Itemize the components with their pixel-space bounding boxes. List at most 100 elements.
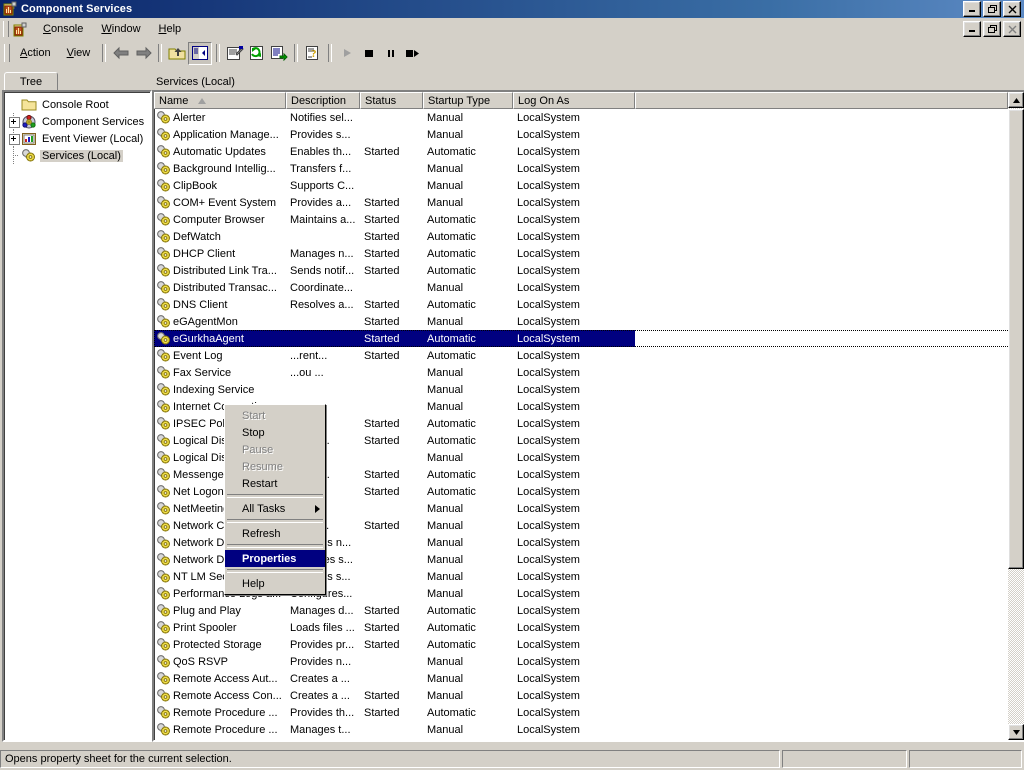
column-header-blank[interactable] (635, 92, 1008, 109)
table-row[interactable]: Distributed Link Tra... Sends notif... Sta… (154, 262, 1024, 279)
table-row[interactable]: Remote Procedure ... Provides th... Starte… (154, 704, 1024, 721)
context-menu-item-help[interactable]: Help (225, 575, 325, 592)
table-row[interactable]: DNS Client Resolves a... Started Automatic L… (154, 296, 1024, 313)
column-header-name[interactable]: Name (154, 92, 286, 109)
context-menu-item-refresh[interactable]: Refresh (225, 525, 325, 542)
show-hide-tree-icon[interactable] (188, 41, 213, 65)
column-header-status[interactable]: Status (360, 92, 423, 109)
service-name-label: QoS RSVP (173, 655, 229, 668)
table-row[interactable]: eGAgentMon Started Manual LocalSystem (154, 313, 1024, 330)
menu-console[interactable]: CConsoleonsole (34, 21, 92, 37)
table-row[interactable]: Background Intellig... Transfers f... Manu… (154, 160, 1024, 177)
table-row[interactable]: Fax Service ...ou ... Manual LocalSystem (154, 364, 1024, 381)
menu-help[interactable]: Help (150, 21, 191, 37)
service-icon (156, 671, 171, 686)
service-name-label: eGAgentMon (173, 315, 238, 328)
tree-expander-icon[interactable] (8, 130, 21, 147)
cell-log-on-as: LocalSystem (517, 145, 580, 158)
mdi-minimize-button[interactable] (963, 21, 981, 37)
service-name-label: DNS Client (173, 298, 228, 311)
table-row[interactable]: ClipBook Supports C... Manual LocalSystem (154, 177, 1024, 194)
up-one-level-icon[interactable] (166, 43, 188, 64)
mdi-workspace: Tree Services (Local) Console Root Compon… (0, 66, 1024, 745)
view-menu-button[interactable]: View (59, 44, 99, 62)
table-row[interactable]: Alerter Notifies sel... Manual LocalSystem (154, 109, 1024, 126)
mdi-close-button[interactable] (1003, 21, 1021, 37)
scroll-up-button[interactable] (1008, 92, 1024, 108)
service-name-label: Remote Access Aut... (173, 672, 278, 685)
cell-status: Started (364, 145, 400, 158)
pause-service-icon[interactable] (380, 43, 402, 64)
table-row[interactable]: DefWatch Started Automatic LocalSystem (154, 228, 1024, 245)
close-button[interactable] (1003, 1, 1021, 17)
column-header-description[interactable]: Description (286, 92, 360, 109)
cell-status: Started (364, 247, 400, 260)
cell-startup-type: Automatic (427, 485, 476, 498)
minimize-button[interactable] (963, 1, 981, 17)
table-row[interactable]: Protected Storage Provides pr... Started Au… (154, 636, 1024, 653)
tree-item-console-root[interactable]: Console Root (8, 96, 148, 113)
cell-log-on-as: LocalSystem (517, 468, 580, 481)
service-icon (156, 144, 171, 159)
mdi-child-icon[interactable] (12, 21, 28, 37)
table-row[interactable]: Plug and Play Manages d... Started Automati… (154, 602, 1024, 619)
column-header-startup-type[interactable]: Startup Type (423, 92, 513, 109)
context-menu-item-stop[interactable]: Stop (225, 424, 325, 441)
cell-status: Started (364, 621, 400, 634)
cell-status: Started (364, 298, 400, 311)
table-row[interactable]: Application Manage... Provides s... Manual… (154, 126, 1024, 143)
tree-item-component-services[interactable]: Component Services (8, 113, 148, 130)
properties-icon[interactable] (224, 43, 246, 64)
column-header-log-on-as[interactable]: Log On As (513, 92, 635, 109)
service-name-label: Net Logon (173, 485, 224, 498)
table-row[interactable]: Remote Procedure ... Manages t... Manual Lo… (154, 721, 1024, 738)
cell-status (360, 500, 423, 517)
table-row[interactable]: Remote Access Con... Creates a ... Started… (154, 687, 1024, 704)
cell-status (360, 721, 423, 738)
cell-name: Alerter (154, 109, 286, 126)
help-icon[interactable]: ? (302, 43, 324, 64)
table-row[interactable]: DHCP Client Manages n... Started Automatic L… (154, 245, 1024, 262)
table-row[interactable]: Event Log ...rent... Started Automatic Local… (154, 347, 1024, 364)
table-row[interactable]: Computer Browser Maintains a... Started Aut… (154, 211, 1024, 228)
action-menu-button[interactable]: Action (12, 44, 59, 62)
restart-service-icon[interactable] (402, 43, 424, 64)
toolbar-grip[interactable] (4, 44, 10, 62)
start-service-icon[interactable] (336, 43, 358, 64)
tab-tree[interactable]: Tree (4, 72, 58, 92)
tree-item-event-viewer-local[interactable]: Event Viewer (Local) (8, 130, 148, 147)
table-row[interactable]: Print Spooler Loads files ... Started Autom… (154, 619, 1024, 636)
refresh-icon[interactable] (246, 43, 268, 64)
list-vertical-scrollbar[interactable] (1008, 92, 1024, 740)
context-menu-item-restart[interactable]: Restart (225, 475, 325, 492)
table-row[interactable]: QoS RSVP Provides n... Manual LocalSystem (154, 653, 1024, 670)
table-row[interactable]: Automatic Updates Enables th... Started Aut… (154, 143, 1024, 160)
table-row[interactable]: Remote Access Aut... Creates a ... Manual L… (154, 670, 1024, 687)
table-row[interactable]: COM+ Event System Provides a... Started Man… (154, 194, 1024, 211)
scroll-down-button[interactable] (1008, 724, 1024, 740)
service-icon (156, 212, 171, 227)
service-context-menu[interactable]: Start Stop Pause Resume Restart All Tasks Refr… (224, 404, 326, 595)
stop-service-icon[interactable] (358, 43, 380, 64)
cell-status: Started (364, 519, 400, 532)
cell-log-on-as: LocalSystem (517, 281, 580, 294)
export-list-icon[interactable] (268, 43, 290, 64)
cell-status (360, 653, 423, 670)
console-tree[interactable]: Console Root Component Services Event View… (2, 90, 152, 742)
mdi-restore-button[interactable] (983, 21, 1001, 37)
restore-button[interactable] (983, 1, 1001, 17)
table-row[interactable]: Distributed Transac... Coordinate... Manua… (154, 279, 1024, 296)
tree-expander-icon[interactable] (8, 113, 21, 130)
menu-grip[interactable] (3, 21, 9, 37)
forward-icon[interactable] (132, 43, 154, 64)
menu-window[interactable]: Window (92, 21, 149, 37)
cell-startup-type: Manual (427, 519, 464, 532)
table-row[interactable]: eGurkhaAgent Started Automatic LocalSystem (154, 330, 1024, 347)
tree-item-services-local[interactable]: Services (Local) (8, 147, 148, 164)
scrollbar-thumb[interactable] (1008, 109, 1024, 569)
back-icon[interactable] (110, 43, 132, 64)
table-row[interactable]: Indexing Service Manual LocalSystem (154, 381, 1024, 398)
cell-startup-type: Manual (427, 689, 464, 702)
context-menu-item-all-tasks[interactable]: All Tasks (225, 500, 325, 517)
context-menu-item-properties[interactable]: Properties (225, 550, 325, 567)
